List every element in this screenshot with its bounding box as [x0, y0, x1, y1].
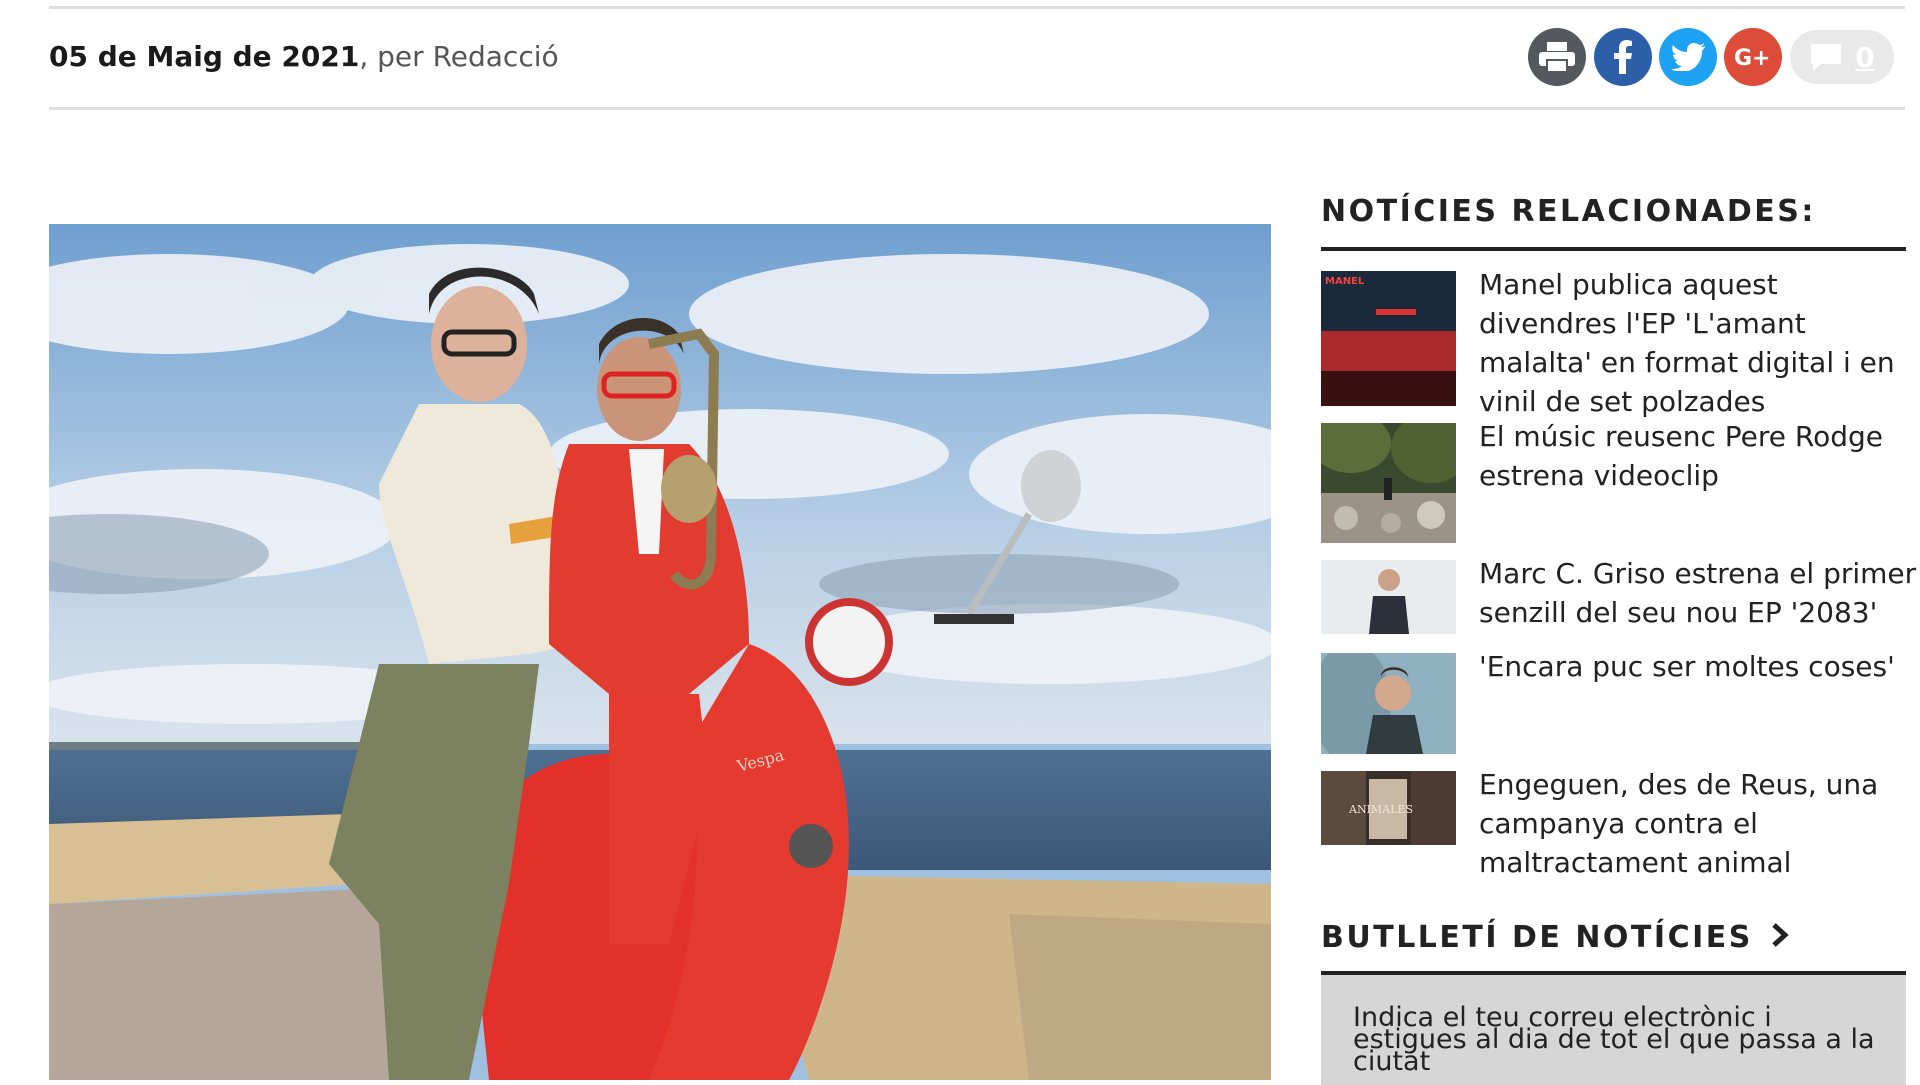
- related-news-heading: NOTÍCIES RELACIONADES:: [1321, 194, 1816, 229]
- newsletter-heading-label[interactable]: BUTLLETÍ DE NOTÍCIES: [1321, 920, 1753, 955]
- related-title[interactable]: Engeguen, des de Reus, una campanya cont…: [1479, 765, 1919, 882]
- related-heading-underline: [1321, 247, 1906, 251]
- comments-button[interactable]: 0: [1790, 30, 1894, 84]
- related-title[interactable]: Manel publica aquest divendres l'EP 'L'a…: [1479, 265, 1919, 421]
- newsletter-heading[interactable]: BUTLLETÍ DE NOTÍCIES: [1321, 920, 1789, 956]
- article-byline: , per Redacció: [359, 40, 559, 73]
- twitter-share-button[interactable]: [1659, 28, 1717, 86]
- related-thumbnail[interactable]: [1321, 423, 1456, 543]
- thumb-manel-label: MANEL: [1325, 276, 1365, 287]
- top-divider: [49, 6, 1905, 9]
- comment-icon: [1811, 44, 1842, 71]
- related-thumbnail[interactable]: MANEL: [1321, 271, 1456, 406]
- chevron-right-icon: [1771, 921, 1789, 956]
- article-date: 05 de Maig de 2021: [49, 40, 360, 73]
- related-thumbnail[interactable]: [1321, 653, 1456, 754]
- article-meta: 05 de Maig de 2021, per Redacció: [49, 40, 559, 73]
- facebook-share-button[interactable]: [1594, 28, 1652, 86]
- print-button[interactable]: [1528, 28, 1586, 86]
- print-icon: [1539, 42, 1575, 72]
- newsletter-box: Indica el teu correu electrònic i estigu…: [1321, 975, 1906, 1085]
- meta-divider: [49, 107, 1905, 110]
- article-hero-image: Vespa: [49, 224, 1271, 1080]
- google-plus-share-button[interactable]: G+: [1724, 28, 1782, 86]
- svg-text:G+: G+: [1734, 46, 1771, 69]
- newsletter-text: Indica el teu correu electrònic i estigu…: [1353, 1002, 1875, 1077]
- thumb-animales-label: ANIMALES: [1348, 803, 1413, 816]
- twitter-icon: [1671, 43, 1705, 71]
- google-plus-icon: G+: [1734, 46, 1771, 69]
- related-title[interactable]: 'Encara puc ser moltes coses': [1479, 647, 1919, 686]
- related-title[interactable]: Marc C. Griso estrena el primer senzill …: [1479, 554, 1919, 632]
- related-thumbnail[interactable]: [1321, 560, 1456, 634]
- related-title[interactable]: El músic reusenc Pere Rodge estrena vide…: [1479, 417, 1919, 495]
- facebook-icon: [1614, 40, 1632, 74]
- comment-count[interactable]: 0: [1855, 41, 1874, 74]
- related-thumbnail[interactable]: ANIMALES: [1321, 771, 1456, 845]
